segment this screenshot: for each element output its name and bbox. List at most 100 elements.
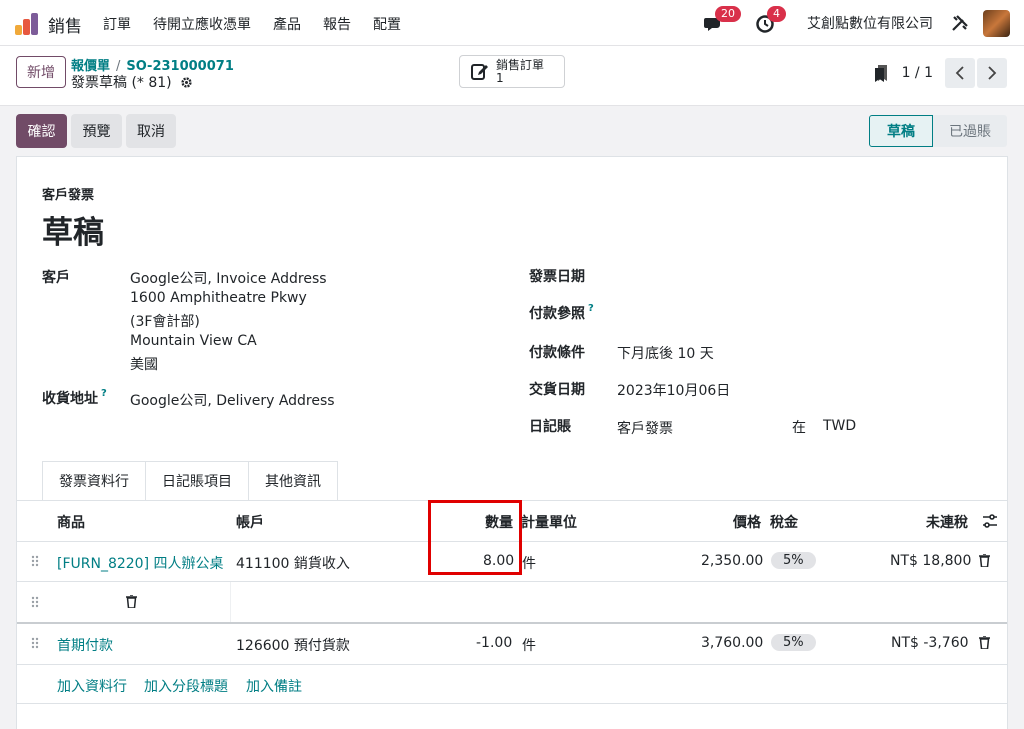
gear-icon[interactable] — [180, 76, 193, 89]
line-account[interactable]: 411100 銷貨收入 — [236, 553, 350, 573]
payment-terms-value[interactable]: 下月底後 10 天 — [617, 343, 714, 363]
pager-previous-button[interactable] — [945, 58, 975, 88]
payment-ref-label-text: 付款參照 — [529, 306, 585, 322]
notebook-tabs: 發票資料行 日記賬項目 其他資訊 — [42, 461, 338, 501]
customer-address-line: 1600 Amphitheatre Pkwy — [130, 290, 307, 306]
column-taxes[interactable]: 稅金 — [770, 512, 798, 532]
preview-button[interactable]: 預覽 — [71, 114, 122, 148]
tab-journal-items[interactable]: 日記賬項目 — [146, 461, 249, 501]
add-note-link[interactable]: 加入備註 — [246, 676, 302, 696]
quantity-highlight-box — [428, 500, 522, 575]
line-uom[interactable]: 件 — [522, 553, 536, 573]
line-product[interactable]: [FURN_8220] 四人辦公桌 — [57, 553, 227, 573]
drag-handle-icon[interactable] — [31, 596, 39, 608]
activities-button[interactable]: 4 — [755, 6, 786, 34]
column-uom[interactable]: 計量單位 — [521, 512, 577, 532]
journal-value[interactable]: 客戶發票 — [617, 418, 673, 438]
confirm-button[interactable]: 確認 — [16, 114, 67, 148]
tab-invoice-lines[interactable]: 發票資料行 — [42, 461, 146, 501]
menu-products[interactable]: 產品 — [273, 14, 301, 34]
edit-document-icon — [471, 63, 488, 80]
activities-badge: 4 — [767, 6, 786, 22]
line-price[interactable]: 2,350.00 — [701, 553, 763, 569]
customer-address-line: Mountain View CA — [130, 333, 257, 349]
column-price[interactable]: 價格 — [733, 512, 761, 532]
line-subtotal: NT$ 18,800 — [890, 553, 972, 569]
menu-configuration[interactable]: 配置 — [373, 14, 401, 34]
document-title: 草稿 — [42, 215, 104, 251]
company-switcher[interactable]: 艾創點數位有限公司 — [807, 13, 933, 33]
pager-value[interactable]: 1 / 1 — [902, 65, 933, 81]
tax-tag[interactable]: 5% — [771, 634, 816, 651]
trash-icon[interactable] — [979, 554, 990, 567]
add-line-link[interactable]: 加入資料行 — [57, 676, 127, 696]
menu-reporting[interactable]: 報告 — [323, 14, 351, 34]
column-product[interactable]: 商品 — [57, 512, 85, 532]
new-button[interactable]: 新增 — [16, 56, 66, 88]
app-logo-icon[interactable] — [15, 11, 39, 35]
tax-tag[interactable]: 5% — [771, 552, 816, 569]
main-menu: 訂單 待開立應收憑單 產品 報告 配置 — [103, 14, 423, 34]
row-divider — [17, 703, 1007, 704]
customer-address-line: (3F會計部) — [130, 314, 200, 330]
trash-icon[interactable] — [979, 636, 990, 649]
user-avatar[interactable] — [983, 9, 1010, 37]
customer-name[interactable]: Google公司, Invoice Address — [130, 268, 327, 288]
help-tooltip-icon[interactable]: ? — [588, 303, 594, 314]
top-navbar: 銷售 訂單 待開立應收憑單 產品 報告 配置 20 4 艾創點數位有限公司 — [0, 0, 1024, 46]
column-subtotal[interactable]: 未連稅 — [926, 512, 968, 532]
control-panel: 新增 報價單 / SO-231000071 發票草稿 (* 81) 銷售訂單 1 1 … — [0, 46, 1024, 106]
delivery-address-label: 收貨地址? — [42, 388, 107, 408]
journal-label: 日記賬 — [529, 419, 571, 435]
delivery-date-label: 交貨日期 — [529, 382, 585, 398]
bookmark-icon[interactable] — [874, 64, 888, 82]
delivery-address-value[interactable]: Google公司, Delivery Address — [130, 390, 335, 410]
empty-line-cell[interactable] — [230, 582, 1007, 622]
status-draft[interactable]: 草稿 — [869, 115, 933, 147]
currency-value[interactable]: TWD — [823, 418, 856, 434]
payment-terms-label: 付款條件 — [529, 345, 585, 361]
trash-icon[interactable] — [126, 595, 137, 608]
form-sheet: 客戶發票 草稿 客戶 Google公司, Invoice Address 160… — [16, 156, 1008, 729]
sale-order-smart-button[interactable]: 銷售訂單 1 — [459, 55, 565, 88]
app-name[interactable]: 銷售 — [48, 12, 82, 37]
delivery-date-value[interactable]: 2023年10月06日 — [617, 380, 730, 400]
document-type: 客戶發票 — [42, 188, 95, 203]
customer-label: 客戶 — [42, 270, 70, 286]
line-subtotal: NT$ -3,760 — [891, 635, 969, 651]
row-divider — [17, 664, 1007, 665]
payment-ref-label: 付款參照? — [529, 303, 594, 323]
add-section-link[interactable]: 加入分段標題 — [144, 676, 228, 696]
column-account[interactable]: 帳戶 — [236, 512, 264, 532]
breadcrumb-current: 發票草稿 (* 81) — [71, 72, 193, 92]
menu-orders[interactable]: 訂單 — [103, 14, 131, 34]
status-posted[interactable]: 已過賬 — [933, 115, 1007, 147]
pager: 1 / 1 — [874, 58, 1007, 88]
invoice-date-label: 發票日期 — [529, 269, 585, 285]
cancel-button[interactable]: 取消 — [126, 114, 176, 148]
menu-to-invoice[interactable]: 待開立應收憑單 — [153, 14, 251, 34]
status-bar: 草稿 已過賬 — [869, 115, 1007, 147]
tab-other-info[interactable]: 其他資訊 — [249, 461, 338, 501]
chevron-left-icon — [955, 66, 964, 80]
drag-handle-icon[interactable] — [31, 555, 39, 567]
debug-tools-icon[interactable] — [951, 14, 969, 32]
line-price[interactable]: 3,760.00 — [701, 635, 763, 651]
column-settings-icon[interactable] — [982, 513, 998, 529]
line-product[interactable]: 首期付款 — [57, 635, 113, 655]
chevron-right-icon — [988, 66, 997, 80]
delivery-address-label-text: 收貨地址 — [42, 391, 98, 407]
navbar-right: 20 4 艾創點數位有限公司 — [703, 6, 1010, 38]
line-uom[interactable]: 件 — [522, 635, 536, 655]
line-account[interactable]: 126600 預付貨款 — [236, 635, 350, 655]
messages-button[interactable]: 20 — [703, 6, 741, 34]
customer-address-line: 美國 — [130, 357, 158, 373]
line-quantity[interactable]: -1.00 — [476, 635, 512, 651]
messages-badge: 20 — [715, 6, 741, 22]
help-tooltip-icon[interactable]: ? — [101, 388, 107, 399]
smart-button-count: 1 — [496, 70, 504, 85]
pager-next-button[interactable] — [977, 58, 1007, 88]
journal-in-text: 在 — [792, 420, 806, 436]
smart-button-label: 銷售訂單 — [496, 57, 545, 72]
drag-handle-icon[interactable] — [31, 637, 39, 649]
